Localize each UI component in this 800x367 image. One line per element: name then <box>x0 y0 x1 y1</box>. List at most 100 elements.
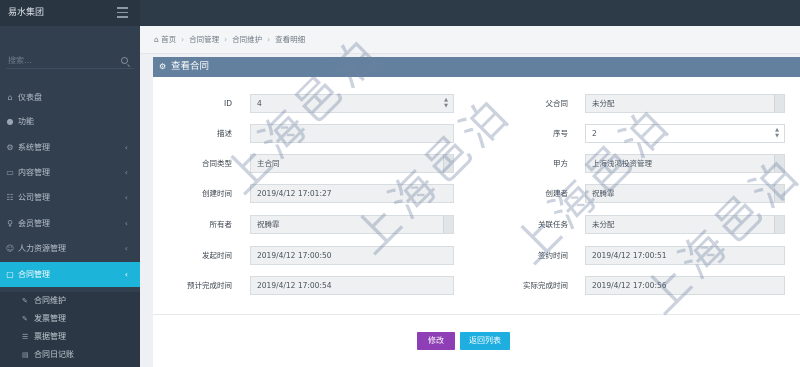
form-divider <box>153 314 800 315</box>
users-icon: ☺ <box>5 244 15 253</box>
owner-select[interactable]: 祝腾霏 <box>250 215 454 234</box>
sidebar-item-label: 合同管理 <box>18 270 50 279</box>
description-field[interactable] <box>250 124 454 143</box>
created-time-value: 2019/4/12 17:01:27 <box>257 189 332 198</box>
sidebar-item-content[interactable]: ▭ 内容管理 ‹ <box>0 161 140 185</box>
creator-value: 祝腾霏 <box>592 189 615 198</box>
planned-completion-label: 预计完成时间 <box>187 281 232 290</box>
sidebar-subitem-label: 合同日记账 <box>34 350 74 359</box>
user-icon: ♀ <box>7 219 13 228</box>
sidebar-item-members[interactable]: ♀ 会员管理 ‹ <box>0 212 140 236</box>
sequence-label: 序号 <box>553 129 568 138</box>
folder-icon: ▭ <box>6 168 14 177</box>
menu-toggle-icon[interactable] <box>117 7 128 18</box>
stepper-icon[interactable]: ▲ ▼ <box>774 127 780 139</box>
sequence-field[interactable]: 2 ▲ ▼ <box>585 124 785 143</box>
parent-contract-select[interactable]: 未分配 <box>585 94 785 113</box>
stepper-icon[interactable]: ▲ ▼ <box>443 97 449 109</box>
dropdown-arrow-icon[interactable] <box>443 216 453 233</box>
sign-time-label: 签约时间 <box>538 251 568 260</box>
edit-icon: ✎ <box>22 297 28 305</box>
description-label: 描述 <box>217 129 232 138</box>
contract-type-value: 主合同 <box>257 159 280 168</box>
dropdown-arrow-icon[interactable] <box>774 155 784 172</box>
chevron-down-icon: ‹ <box>124 270 128 279</box>
id-field[interactable]: 4 ▲ ▼ <box>250 94 454 113</box>
sidebar-subitem-contract-maintain[interactable]: ✎ 合同维护 <box>0 292 140 310</box>
sidebar-item-company[interactable]: ☷ 公司管理 ‹ <box>0 186 140 210</box>
party-a-value: 上海浅鸿投资管理 <box>592 159 652 168</box>
breadcrumb-current: 查看明细 <box>275 35 306 44</box>
chevron-left-icon: ‹ <box>124 244 128 253</box>
contract-type-select[interactable]: 主合同 <box>250 154 454 173</box>
sidebar-item-system[interactable]: ⚙ 系统管理 ‹ <box>0 136 140 160</box>
sequence-value: 2 <box>592 129 597 138</box>
creator-select[interactable]: 祝腾霏 <box>585 184 785 203</box>
sidebar-item-label: 系统管理 <box>18 143 50 152</box>
sidebar-subitem-invoice[interactable]: ✎ 发票管理 <box>0 310 140 328</box>
dropdown-arrow-icon[interactable] <box>443 155 453 172</box>
sidebar-item-functions[interactable]: ● 功能 <box>0 110 140 134</box>
dropdown-arrow-icon[interactable] <box>774 216 784 233</box>
sidebar-item-dashboard[interactable]: ⌂ 仪表盘 <box>0 86 140 110</box>
list-icon: ☰ <box>22 333 29 341</box>
gear-icon: ⚙ <box>159 62 167 71</box>
created-time-field[interactable]: 2019/4/12 17:01:27 <box>250 184 454 203</box>
chevron-left-icon: ‹ <box>124 143 128 152</box>
chevron-left-icon: ‹ <box>124 193 128 202</box>
page-title: 查看合同 <box>171 61 210 72</box>
search-placeholder: 搜索... <box>8 56 32 65</box>
party-a-select[interactable]: 上海浅鸿投资管理 <box>585 154 785 173</box>
actual-completion-label: 实际完成时间 <box>523 281 568 290</box>
sidebar-item-label: 功能 <box>18 117 34 126</box>
sidebar-item-label: 仪表盘 <box>18 93 42 102</box>
breadcrumb-home[interactable]: 首页 <box>161 35 176 44</box>
book-icon: ▤ <box>22 351 29 359</box>
dropdown-arrow-icon[interactable] <box>774 185 784 202</box>
sidebar-item-contracts[interactable]: ▢ 合同管理 ‹ <box>0 262 140 287</box>
breadcrumb: ⌂ 首页 › 合同管理 › 合同维护 › 查看明细 <box>140 26 800 54</box>
breadcrumb-contract-mgmt[interactable]: 合同管理 <box>189 35 219 44</box>
owner-label: 所有者 <box>209 220 233 229</box>
sidebar-item-label: 内容管理 <box>18 168 50 177</box>
actual-completion-value: 2019/4/12 17:00:56 <box>592 281 667 290</box>
issue-time-value: 2019/4/12 17:00:50 <box>257 251 332 260</box>
brand-label: 易水集团 <box>8 8 45 18</box>
party-a-label: 甲方 <box>553 159 568 168</box>
file-icon: ▢ <box>6 270 14 279</box>
id-value: 4 <box>257 99 262 108</box>
created-time-label: 创建时间 <box>202 189 232 198</box>
sidebar-item-label: 人力资源管理 <box>18 244 66 253</box>
id-label: ID <box>224 99 232 108</box>
parent-contract-value: 未分配 <box>592 99 615 108</box>
related-task-value: 未分配 <box>592 220 615 229</box>
chevron-left-icon: ‹ <box>124 168 128 177</box>
dropdown-arrow-icon[interactable] <box>774 95 784 112</box>
sidebar-subitem-label: 合同维护 <box>34 296 66 305</box>
home-icon: ⌂ <box>7 93 13 102</box>
sidebar-item-label: 会员管理 <box>18 219 50 228</box>
sign-time-value: 2019/4/12 17:00:51 <box>592 251 667 260</box>
search-icon[interactable] <box>121 57 128 64</box>
related-task-select[interactable]: 未分配 <box>585 215 785 234</box>
sign-time-field[interactable]: 2019/4/12 17:00:51 <box>585 246 785 265</box>
sidebar-item-hr[interactable]: ☺ 人力资源管理 ‹ <box>0 237 140 261</box>
planned-completion-field[interactable]: 2019/4/12 17:00:54 <box>250 276 454 295</box>
breadcrumb-contract-maintain[interactable]: 合同维护 <box>232 35 262 44</box>
sidebar-subitem-label: 发票管理 <box>34 314 66 323</box>
chevron-left-icon: ‹ <box>124 219 128 228</box>
contract-type-label: 合同类型 <box>202 159 232 168</box>
sidebar-subitem-bills[interactable]: ☰ 票据管理 <box>0 328 140 346</box>
parent-contract-label: 父合同 <box>545 99 569 108</box>
sitemap-icon: ☷ <box>6 193 14 202</box>
sidebar-search-input[interactable]: 搜索... <box>6 53 134 69</box>
sidebar-item-label: 公司管理 <box>18 193 50 202</box>
issue-time-field[interactable]: 2019/4/12 17:00:50 <box>250 246 454 265</box>
actual-completion-field[interactable]: 2019/4/12 17:00:56 <box>585 276 785 295</box>
related-task-label: 关联任务 <box>538 220 568 229</box>
back-to-list-button[interactable]: 返回列表 <box>460 332 510 350</box>
issue-time-label: 发起时间 <box>202 251 232 260</box>
sidebar-subitem-journal[interactable]: ▤ 合同日记账 <box>0 346 140 367</box>
circle-icon: ● <box>6 117 14 126</box>
edit-button[interactable]: 修改 <box>417 332 455 350</box>
